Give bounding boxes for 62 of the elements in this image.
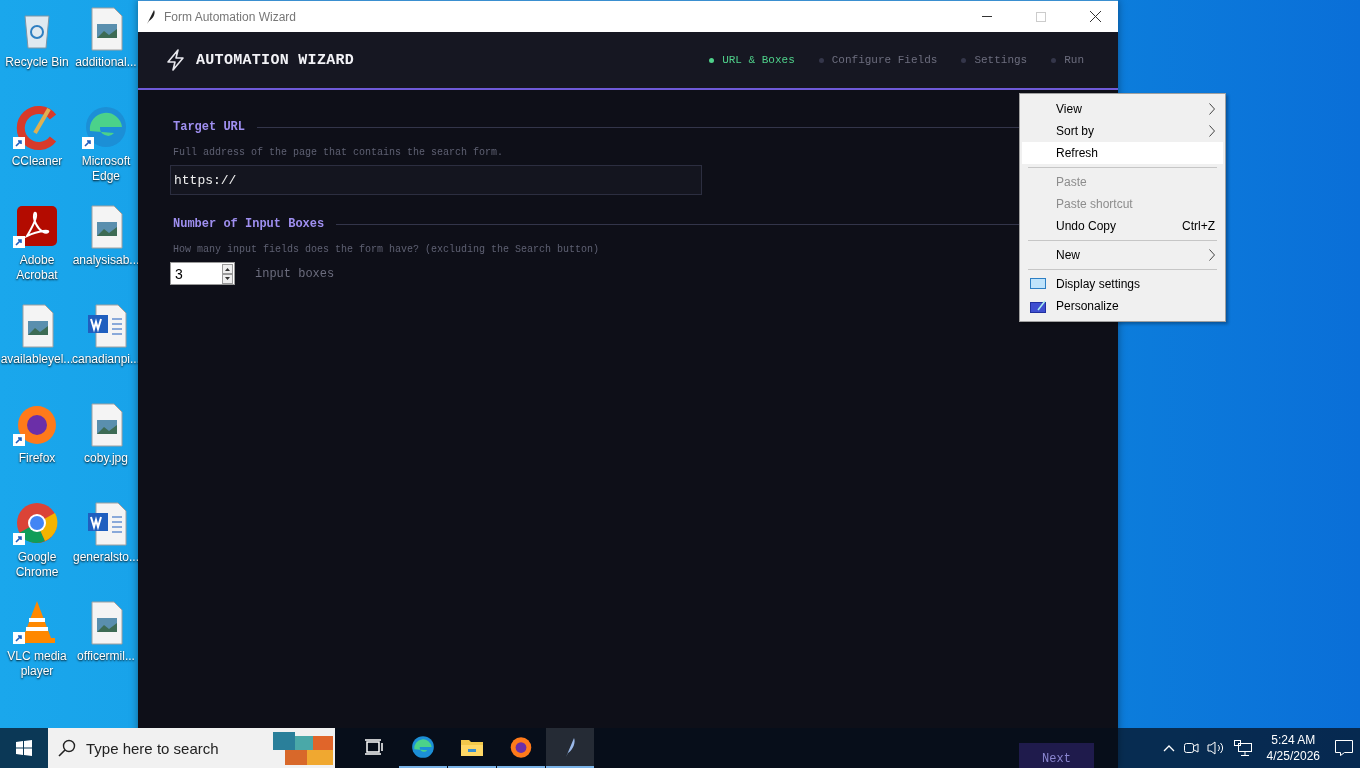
- desktop-icon-label[interactable]: Adobe Acrobat: [0, 253, 74, 283]
- desktop-icon-label[interactable]: Microsoft Edge: [74, 154, 138, 184]
- section-heading: Number of Input Boxes: [173, 217, 325, 231]
- search-field[interactable]: Type here to search: [48, 728, 335, 768]
- taskbar-app[interactable]: [546, 728, 594, 768]
- shortcut-label: Ctrl+Z: [1182, 219, 1215, 233]
- task-view-icon: [364, 738, 384, 756]
- maximize-icon: [1036, 11, 1046, 22]
- feather-icon: [146, 8, 156, 25]
- chevron-up-icon: [1162, 744, 1175, 752]
- menu-item[interactable]: Personalize: [1022, 295, 1223, 317]
- menu-item[interactable]: View: [1022, 98, 1223, 120]
- chevron-right-icon: [1209, 103, 1215, 115]
- puzzle-icon: [271, 730, 335, 766]
- section-heading: Target URL: [173, 120, 245, 134]
- wizard-step[interactable]: Run: [1051, 54, 1084, 66]
- notification-icon[interactable]: [1334, 739, 1354, 757]
- desktop-icon-label[interactable]: Recycle Bin: [5, 55, 69, 70]
- number-spinbox[interactable]: 3: [170, 262, 235, 285]
- field-suffix: input boxes: [255, 266, 335, 281]
- chevron-right-icon: [1209, 125, 1215, 137]
- edge-icon: [410, 734, 436, 760]
- wizard-step[interactable]: Configure Fields: [818, 54, 938, 66]
- folder-icon: [460, 737, 484, 757]
- clock[interactable]: 5:24 AM 4/25/2026: [1266, 732, 1320, 764]
- desktop-icon-label[interactable]: canadianpi...: [71, 352, 141, 367]
- app-title: AUTOMATION WIZARD: [196, 51, 356, 69]
- minimize-icon: [982, 15, 992, 18]
- volume-icon: [1206, 740, 1225, 756]
- windows-logo-icon: [16, 740, 32, 756]
- firefox-icon: [508, 734, 534, 760]
- menu-item[interactable]: Sort by: [1022, 120, 1223, 142]
- window-title: Form Automation Wizard: [164, 9, 298, 24]
- next-button[interactable]: Next: [1019, 743, 1094, 768]
- field-hint: How many input fields does the form have? (excluding the Search button): [173, 244, 600, 255]
- desktop-icon-label[interactable]: availableyel...: [0, 352, 74, 367]
- menu-item[interactable]: Undo Copy Ctrl+Z: [1022, 215, 1223, 237]
- desktop-icon-label[interactable]: additional...: [75, 55, 137, 70]
- monitor-icon: [1030, 278, 1046, 290]
- desktop-icon-label[interactable]: VLC media player: [0, 649, 74, 679]
- lightning-icon: [166, 49, 186, 71]
- url-field[interactable]: https://: [170, 165, 702, 195]
- close-icon: [1089, 11, 1101, 22]
- desktop-icon-label[interactable]: Google Chrome: [0, 550, 74, 580]
- desktop-icon-label[interactable]: generalsto...: [73, 550, 140, 565]
- display-brush-icon: [1030, 299, 1046, 313]
- menu-item[interactable]: Refresh: [1022, 142, 1223, 164]
- spin-arrows-icon: [222, 263, 233, 284]
- desktop-icon-label[interactable]: CCleaner: [11, 154, 63, 169]
- menu-item[interactable]: Display settings: [1022, 273, 1223, 295]
- menu-item[interactable]: New: [1022, 244, 1223, 266]
- wizard-step[interactable]: Settings: [961, 54, 1028, 66]
- search-icon: [58, 739, 76, 757]
- desktop-icon-label[interactable]: officermil...: [77, 649, 135, 664]
- desktop-icon-label[interactable]: coby.jpg: [84, 451, 128, 466]
- wizard-step[interactable]: URL & Boxes: [709, 54, 795, 66]
- desktop-icon-label[interactable]: Firefox: [18, 451, 56, 466]
- network-icon: [1232, 739, 1253, 757]
- camera-icon: [1182, 740, 1199, 756]
- field-hint: Full address of the page that contains the search form.: [173, 147, 504, 158]
- desktop-icon-label[interactable]: analysisab...: [72, 253, 140, 268]
- chevron-right-icon: [1209, 249, 1215, 261]
